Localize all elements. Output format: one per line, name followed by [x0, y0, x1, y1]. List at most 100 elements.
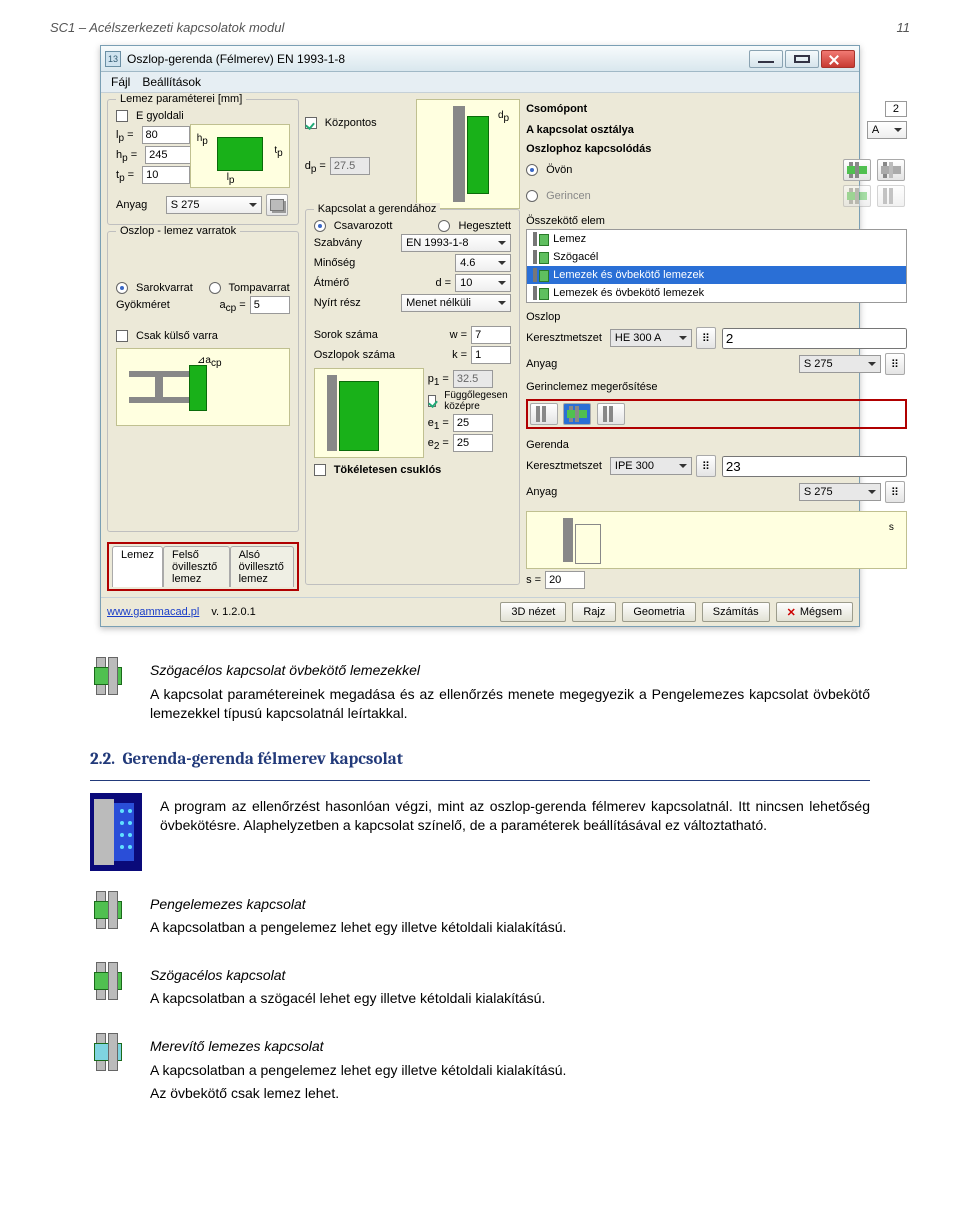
column-mat-db-icon[interactable]: ⠿: [885, 353, 905, 375]
fillet-label: Sarokvarrat: [136, 282, 193, 294]
class-label: A kapcsolat osztálya: [526, 124, 634, 136]
chk-vert-centered[interactable]: [428, 395, 437, 407]
connector-label: Összekötő elem: [526, 215, 605, 227]
node-input[interactable]: [885, 101, 907, 117]
plate-material-select[interactable]: S 275: [166, 196, 262, 214]
radio-welded[interactable]: [438, 220, 450, 232]
stiffener-highlight: [526, 399, 907, 429]
lp-input[interactable]: [142, 126, 190, 144]
connector-plates-flange-icon: [531, 286, 549, 300]
btn-cancel[interactable]: ✕ Mégsem: [776, 602, 853, 622]
heading-2-2: 2.2. Gerenda-gerenda félmerev kapcsolat: [90, 748, 870, 772]
column-index-input[interactable]: [722, 328, 907, 349]
bolt-layout-diagram-icon: [314, 368, 424, 458]
e2-input[interactable]: [453, 434, 493, 452]
beam-db-icon[interactable]: ⠿: [696, 455, 716, 477]
list-item: Lemezek és övbekötő lemezek: [527, 266, 906, 284]
connector-plate-icon: [531, 232, 549, 246]
e1-input[interactable]: [453, 414, 493, 432]
btn-drawing[interactable]: Rajz: [572, 602, 616, 622]
stiff-plate-icon: [90, 1033, 132, 1071]
web-icon-b: [877, 185, 905, 207]
group-weld: Oszlop - lemez varratok Sarokvarrat Tomp…: [107, 231, 299, 532]
radio-flange[interactable]: [526, 164, 538, 176]
centered-label: Központos: [325, 117, 377, 129]
material-db-icon[interactable]: [266, 194, 288, 216]
group-plate-params: Lemez paraméterei [mm] E gyoldali lp =: [107, 99, 299, 225]
tp-input[interactable]: [142, 166, 190, 184]
grade-select[interactable]: 4.6: [455, 254, 511, 272]
angle-title: Szögacélos kapcsolat: [150, 966, 545, 986]
chk-one-sided[interactable]: [116, 110, 128, 122]
stiffener-option-a[interactable]: [530, 403, 558, 425]
connector-listbox[interactable]: Lemez Szögacél Lemezek és övbekötő lemez…: [526, 229, 907, 303]
stiff-body-2: Az övbekötő csak lemez lehet.: [150, 1084, 566, 1104]
stiffener-option-c[interactable]: [597, 403, 625, 425]
standard-select[interactable]: EN 1993-1-8: [401, 234, 511, 252]
hp-input[interactable]: [145, 146, 193, 164]
btn-calc[interactable]: Számítás: [702, 602, 770, 622]
tab-lemez[interactable]: Lemez: [112, 546, 163, 587]
dialog-footer: www.gammacad.pl v. 1.2.0.1 3D nézet Rajz…: [101, 597, 859, 626]
chk-centered[interactable]: [305, 117, 317, 129]
flange-icon-b[interactable]: [877, 159, 905, 181]
k-input[interactable]: [471, 346, 511, 364]
angle-conn-icon: [90, 962, 132, 1000]
para-angle-title: Szögacélos kapcsolat övbekötő lemezekkel: [150, 661, 870, 681]
outer-weld-label: Csak külső varra: [136, 330, 218, 342]
version-label: v. 1.2.0.1: [211, 606, 255, 618]
fin-title: Pengelemezes kapcsolat: [150, 895, 566, 915]
thread-select[interactable]: Menet nélküli: [401, 294, 511, 312]
chk-perfect-hinge[interactable]: [314, 464, 326, 476]
beam-index-input[interactable]: [722, 456, 907, 477]
vendor-link[interactable]: www.gammacad.pl: [107, 606, 199, 618]
minimize-button[interactable]: [749, 50, 783, 68]
angle-splice-icon: [90, 657, 132, 695]
stiff-body: A kapcsolatban a pengelemez lehet egy il…: [150, 1061, 566, 1081]
connector-plates-flange-icon: [531, 268, 549, 282]
column-material: S 275: [799, 355, 881, 373]
tab-bottom-flange-plate[interactable]: Alsó övillesztő lemez: [230, 546, 294, 587]
dp-input: [330, 157, 370, 175]
radio-web: [526, 190, 538, 202]
flange-icon[interactable]: [843, 159, 871, 181]
col-attach-label: Oszlophoz kapcsolódás: [526, 143, 651, 155]
w-input[interactable]: [471, 326, 511, 344]
s-input[interactable]: [545, 571, 585, 589]
menu-file[interactable]: Fájl: [111, 75, 130, 89]
chk-outer-weld[interactable]: [116, 330, 128, 342]
menubar: Fájl Beállítások: [101, 72, 859, 93]
window-title: Oszlop-gerenda (Félmerev) EN 1993-1-8: [127, 52, 345, 66]
radio-butt[interactable]: [209, 282, 221, 294]
weld-legend: Oszlop - lemez varratok: [116, 225, 240, 237]
beam-material: S 275: [799, 483, 881, 501]
beam-mat-db-icon[interactable]: ⠿: [885, 481, 905, 503]
btn-geometry[interactable]: Geometria: [622, 602, 695, 622]
list-item: Szögacél: [527, 248, 906, 266]
cancel-x-icon: ✕: [787, 606, 796, 619]
section-diagram-icon: s: [526, 511, 907, 569]
maximize-button[interactable]: [785, 50, 819, 68]
tab-top-flange-plate[interactable]: Felső övillesztő lemez: [163, 546, 230, 587]
diameter-select[interactable]: 10: [455, 274, 511, 292]
stiffener-option-b[interactable]: [563, 403, 591, 425]
column-db-icon[interactable]: ⠿: [696, 327, 716, 349]
throat-input[interactable]: [250, 296, 290, 314]
menu-settings[interactable]: Beállítások: [142, 75, 201, 89]
butt-label: Tompavarrat: [229, 282, 290, 294]
radio-bolted[interactable]: [314, 220, 326, 232]
column-section: HE 300 A: [610, 329, 692, 347]
beam-section-title: Gerenda: [526, 439, 569, 451]
throat-label: Gyökméret: [116, 299, 170, 311]
close-button[interactable]: [821, 50, 855, 68]
beamconn-legend: Kapcsolat a gerendához: [314, 203, 441, 215]
btn-3d-view[interactable]: 3D nézet: [500, 602, 566, 622]
class-select[interactable]: A: [867, 121, 907, 139]
radio-fillet[interactable]: [116, 282, 128, 294]
splice-diagram-icon: dp: [416, 99, 520, 209]
dialog-window: 13 Oszlop-gerenda (Félmerev) EN 1993-1-8…: [100, 45, 860, 627]
connector-angle-icon: [531, 250, 549, 264]
page-number: 11: [897, 20, 911, 35]
stiff-title: Merevítő lemezes kapcsolat: [150, 1037, 566, 1057]
page-running-header: SC1 – Acélszerkezeti kapcsolatok modul 1…: [50, 20, 910, 35]
